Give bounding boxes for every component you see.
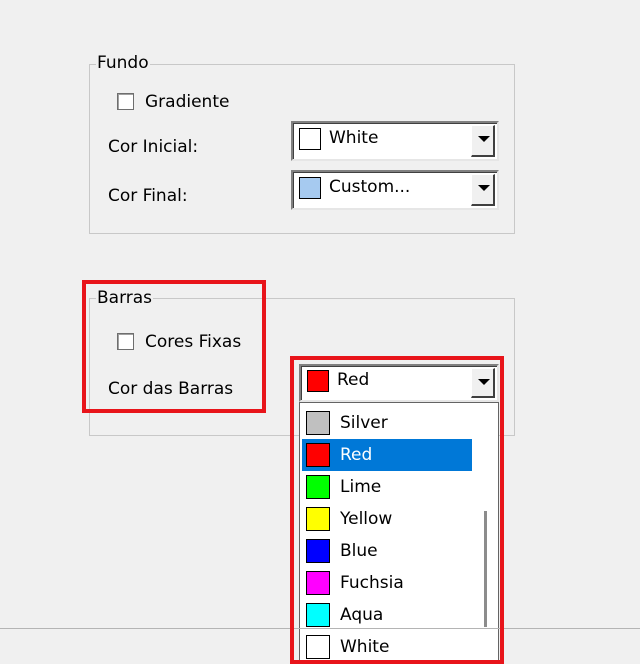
- cor-final-combo[interactable]: Custom...: [291, 170, 499, 210]
- highlight-barras: [82, 280, 266, 413]
- color-swatch: [299, 177, 321, 199]
- chevron-down-icon: [478, 136, 490, 142]
- gradiente-checkbox[interactable]: [117, 93, 134, 110]
- fundo-group-title: Fundo: [96, 53, 150, 73]
- chevron-down-icon: [478, 185, 490, 191]
- cor-inicial-combo[interactable]: White: [291, 121, 499, 161]
- dropdown-button[interactable]: [471, 125, 495, 157]
- cor-inicial-value: White: [329, 128, 379, 148]
- cor-final-value: Custom...: [329, 177, 411, 197]
- highlight-dropdown: [290, 356, 504, 664]
- gradiente-label: Gradiente: [145, 92, 230, 112]
- color-swatch: [299, 128, 321, 150]
- dropdown-button[interactable]: [471, 174, 495, 206]
- cor-inicial-label: Cor Inicial:: [108, 137, 199, 157]
- cor-final-label: Cor Final:: [108, 186, 188, 206]
